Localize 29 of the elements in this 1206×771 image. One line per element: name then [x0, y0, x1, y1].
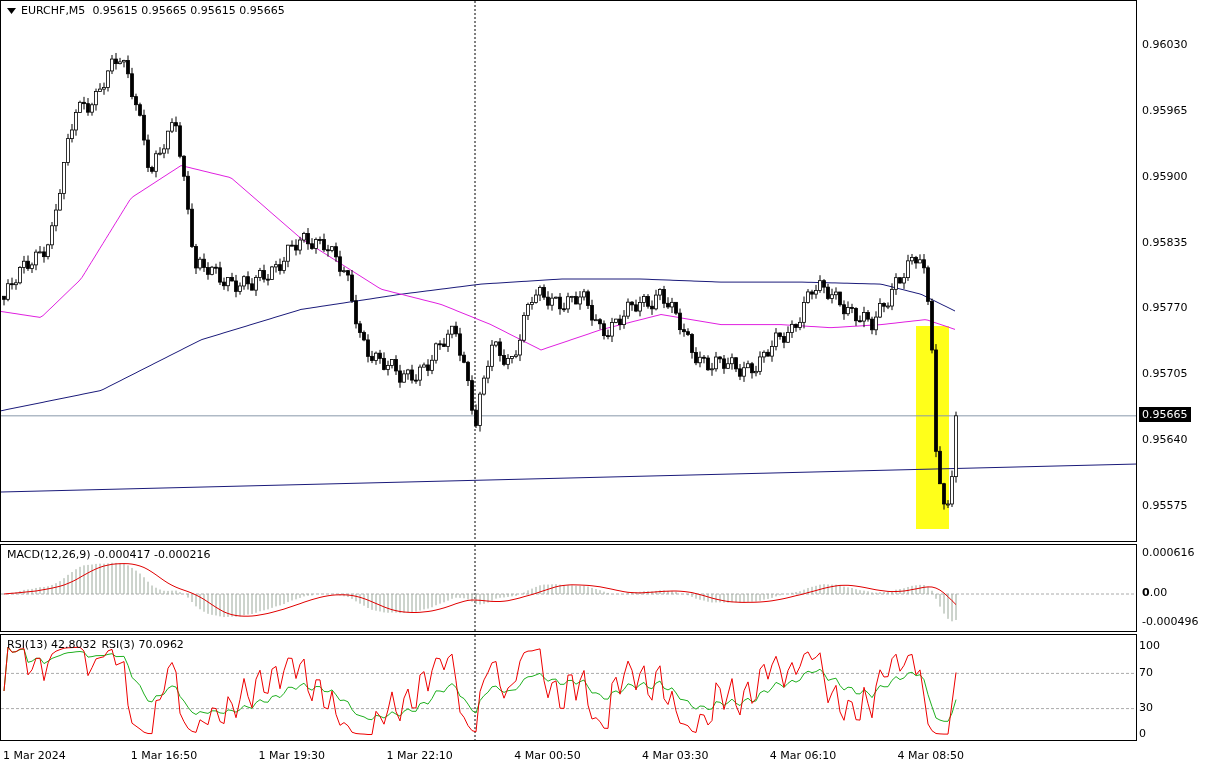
price-axis-label: 0.95705: [1142, 367, 1188, 381]
time-axis-label: 4 Mar 08:50: [897, 749, 965, 763]
rsi-axis-label: 30: [1139, 700, 1153, 714]
price-axis-label: 0.95575: [1142, 499, 1188, 512]
time-axis-label: 1 Mar 19:30: [258, 749, 326, 763]
rsi-label: RSI(3) 70.0962: [101, 638, 184, 653]
symbol-ohlc-label: EURCHF,M5 0.95615 0.95665 0.95615 0.95665: [21, 4, 285, 18]
macd-axis-label: 0.000616: [1142, 545, 1195, 559]
macd-label: MACD(12,26,9) -0.000417 -0.000216: [7, 547, 211, 562]
time-axis-label: 4 Mar 06:10: [769, 749, 837, 763]
price-axis-label: 0.95965: [1142, 103, 1188, 117]
time-axis-label: 1 Mar 16:50: [130, 749, 198, 763]
time-axis-label: 1 Mar 22:10: [386, 749, 453, 763]
price-axis-label: 0.95640: [1142, 433, 1188, 447]
price-axis-label: 0.95835: [1142, 235, 1188, 249]
rsi-label: RSI(13) 42.8032: [7, 638, 97, 653]
time-axis-label: 4 Mar 00:50: [514, 749, 581, 763]
macd-axis-label: 0.00: [1142, 585, 1168, 599]
time-axis-label: 1 Mar 2024: [3, 749, 66, 763]
rsi-axis-label: 0: [1139, 727, 1146, 741]
price-axis-label: 0.95900: [1142, 169, 1188, 183]
rsi-axis-label: 70: [1139, 665, 1153, 679]
rsi-axis-label: 100: [1139, 639, 1160, 653]
macd-axis-label: -0.000496: [1142, 614, 1199, 628]
current-price-tag: 0.95665: [1139, 406, 1191, 422]
price-axis-label: 0.95770: [1142, 301, 1188, 315]
time-axis-label: 4 Mar 03:30: [642, 749, 709, 763]
price-axis-label: 0.96030: [1142, 38, 1188, 51]
dropdown-triangle-icon[interactable]: [7, 8, 16, 14]
